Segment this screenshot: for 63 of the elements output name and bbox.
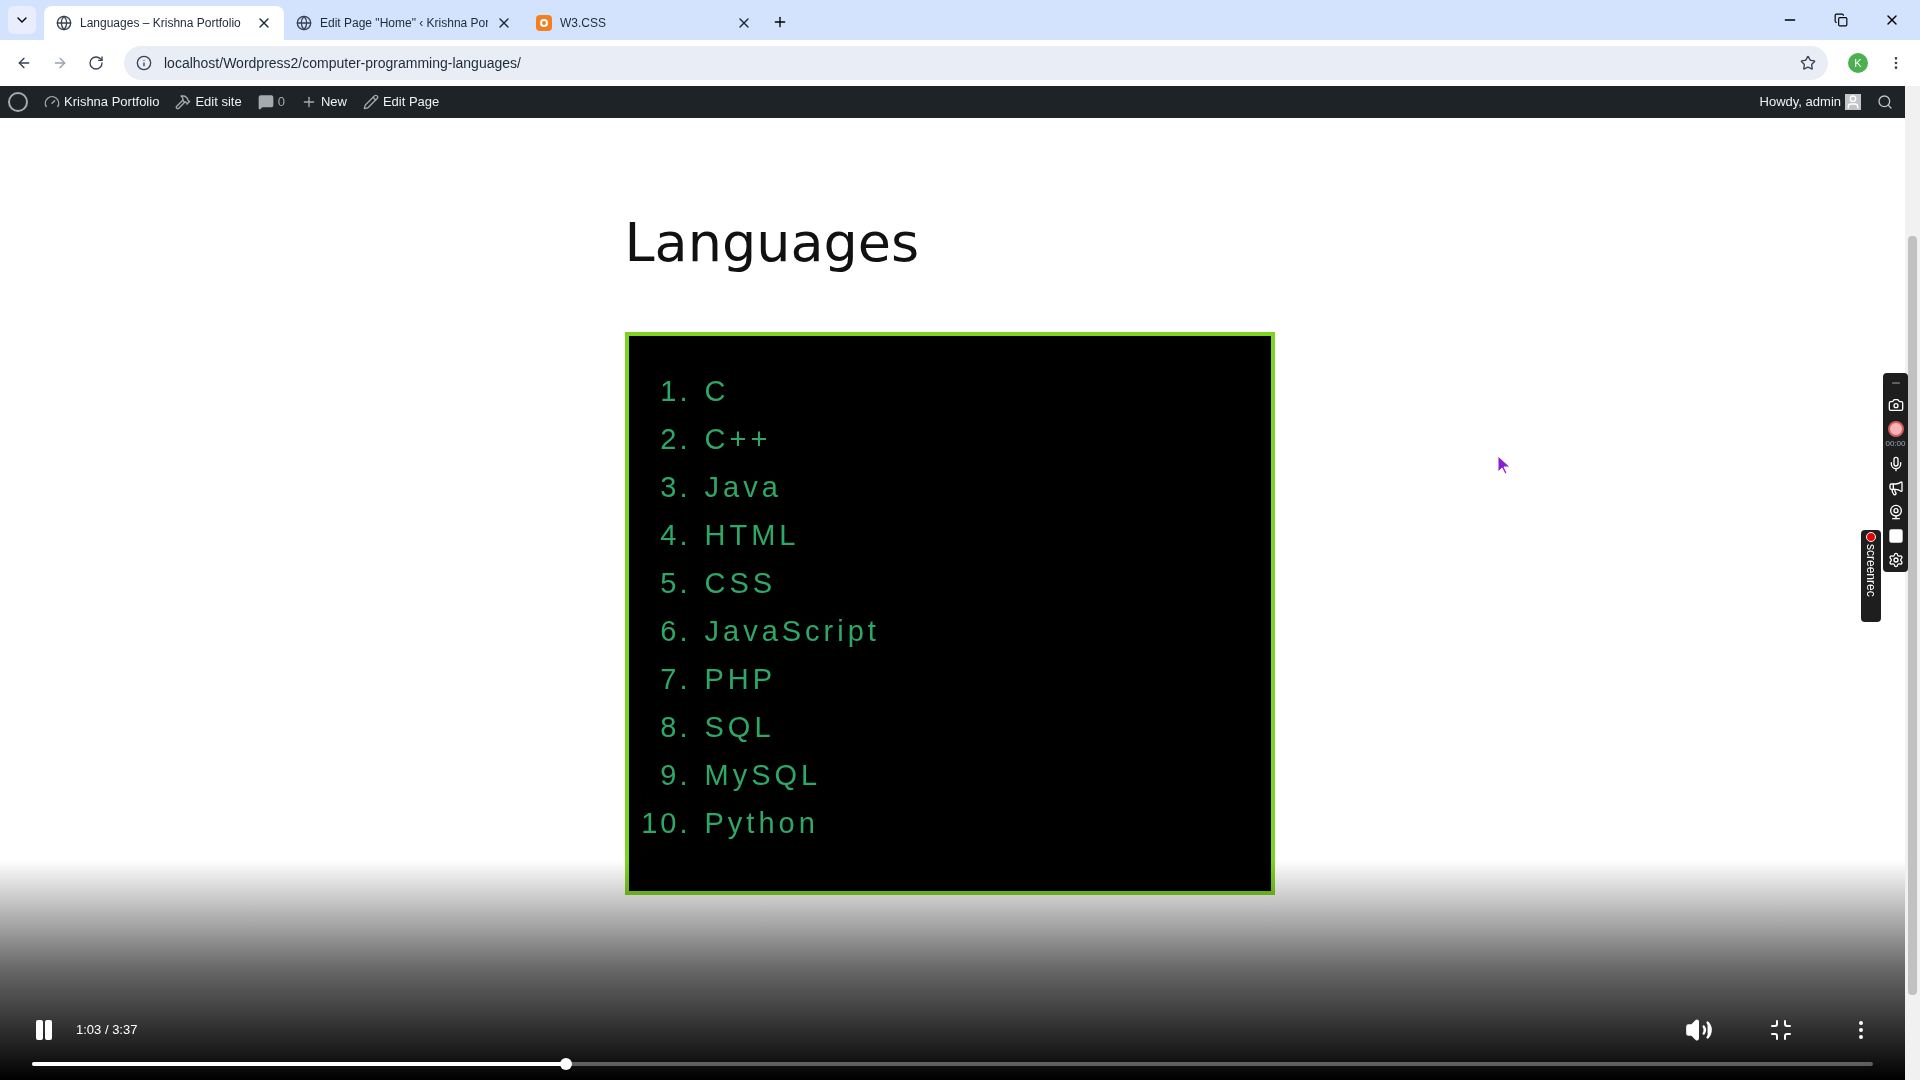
hammer-icon [175, 94, 192, 110]
language-name: Java [703, 470, 783, 504]
new-tab-icon[interactable] [772, 14, 788, 30]
tab-search-button[interactable] [8, 6, 36, 34]
comments-count[interactable]: 0 [277, 92, 285, 112]
address-bar[interactable]: localhost/Wordpress2/computer-programming-languages/ [124, 46, 1828, 80]
language-name: CSS [703, 566, 778, 600]
search-icon[interactable] [1877, 94, 1893, 110]
tab-title: Languages – Krishna Portfolio [80, 15, 242, 32]
new-link[interactable]: New [320, 92, 347, 112]
language-name: SQL [703, 710, 776, 744]
browser-tab[interactable]: Languages – Krishna Portfolio [44, 6, 284, 40]
list-number: 9. [659, 758, 692, 792]
restore-icon[interactable] [1834, 13, 1848, 27]
recorder-brand-tab[interactable]: screenrec [1861, 530, 1881, 622]
list-number: 8. [659, 710, 692, 744]
info-icon[interactable] [136, 55, 152, 71]
edit-site-link[interactable]: Edit site [195, 92, 242, 112]
globe-icon [296, 15, 312, 31]
list-number: 1. [659, 374, 692, 408]
language-name: PHP [703, 662, 778, 696]
exit-fullscreen-icon[interactable] [1769, 1018, 1793, 1042]
language-name: Python [703, 806, 820, 840]
list-number: 4. [659, 518, 692, 552]
list-number: 2. [659, 422, 692, 456]
back-icon[interactable] [16, 55, 32, 71]
page-title: Languages [624, 216, 921, 270]
reload-icon[interactable] [88, 55, 104, 71]
cursor-icon [1497, 455, 1511, 475]
speaker-icon[interactable] [1887, 480, 1904, 496]
webcam-icon[interactable] [1887, 504, 1904, 520]
language-name: MySQL [703, 758, 823, 792]
recorder-brand: screenrec [1863, 544, 1879, 597]
browser-tab[interactable]: W3.CSS [524, 6, 764, 40]
list-number: 10. [640, 806, 692, 840]
video-time: 1:03 / 3:37 [76, 1021, 138, 1040]
app-icon [536, 15, 552, 31]
language-name: C++ [703, 422, 773, 456]
list-number: 7. [659, 662, 692, 696]
comment-icon [257, 94, 274, 110]
language-name: C [703, 374, 731, 408]
bookmark-star-icon[interactable] [1800, 55, 1816, 71]
scrollbar[interactable] [1905, 86, 1920, 1080]
progress-thumb[interactable] [559, 1058, 572, 1070]
list-number: 5. [659, 566, 692, 600]
site-link[interactable]: Krishna Portfolio [64, 92, 160, 112]
settings-icon[interactable] [1887, 552, 1904, 568]
greeting-link[interactable]: Howdy, admin [1759, 92, 1841, 112]
record-icon[interactable] [1887, 421, 1904, 437]
list-number: 6. [659, 614, 692, 648]
edit-page-link[interactable]: Edit Page [382, 92, 440, 112]
tab-title: W3.CSS [560, 15, 607, 32]
window-icon[interactable] [1887, 528, 1904, 544]
language-name: JavaScript [703, 614, 881, 648]
avatar-icon [1845, 94, 1861, 110]
camera-icon[interactable] [1887, 397, 1904, 413]
list-number: 3. [659, 470, 692, 504]
dashboard-icon [44, 94, 60, 110]
globe-icon [56, 15, 72, 31]
pencil-icon [362, 94, 379, 110]
recorder-timer: 00:00 [1885, 440, 1906, 448]
url-text: localhost/Wordpress2/computer-programming-languages/ [164, 53, 522, 73]
language-name: HTML [703, 518, 801, 552]
